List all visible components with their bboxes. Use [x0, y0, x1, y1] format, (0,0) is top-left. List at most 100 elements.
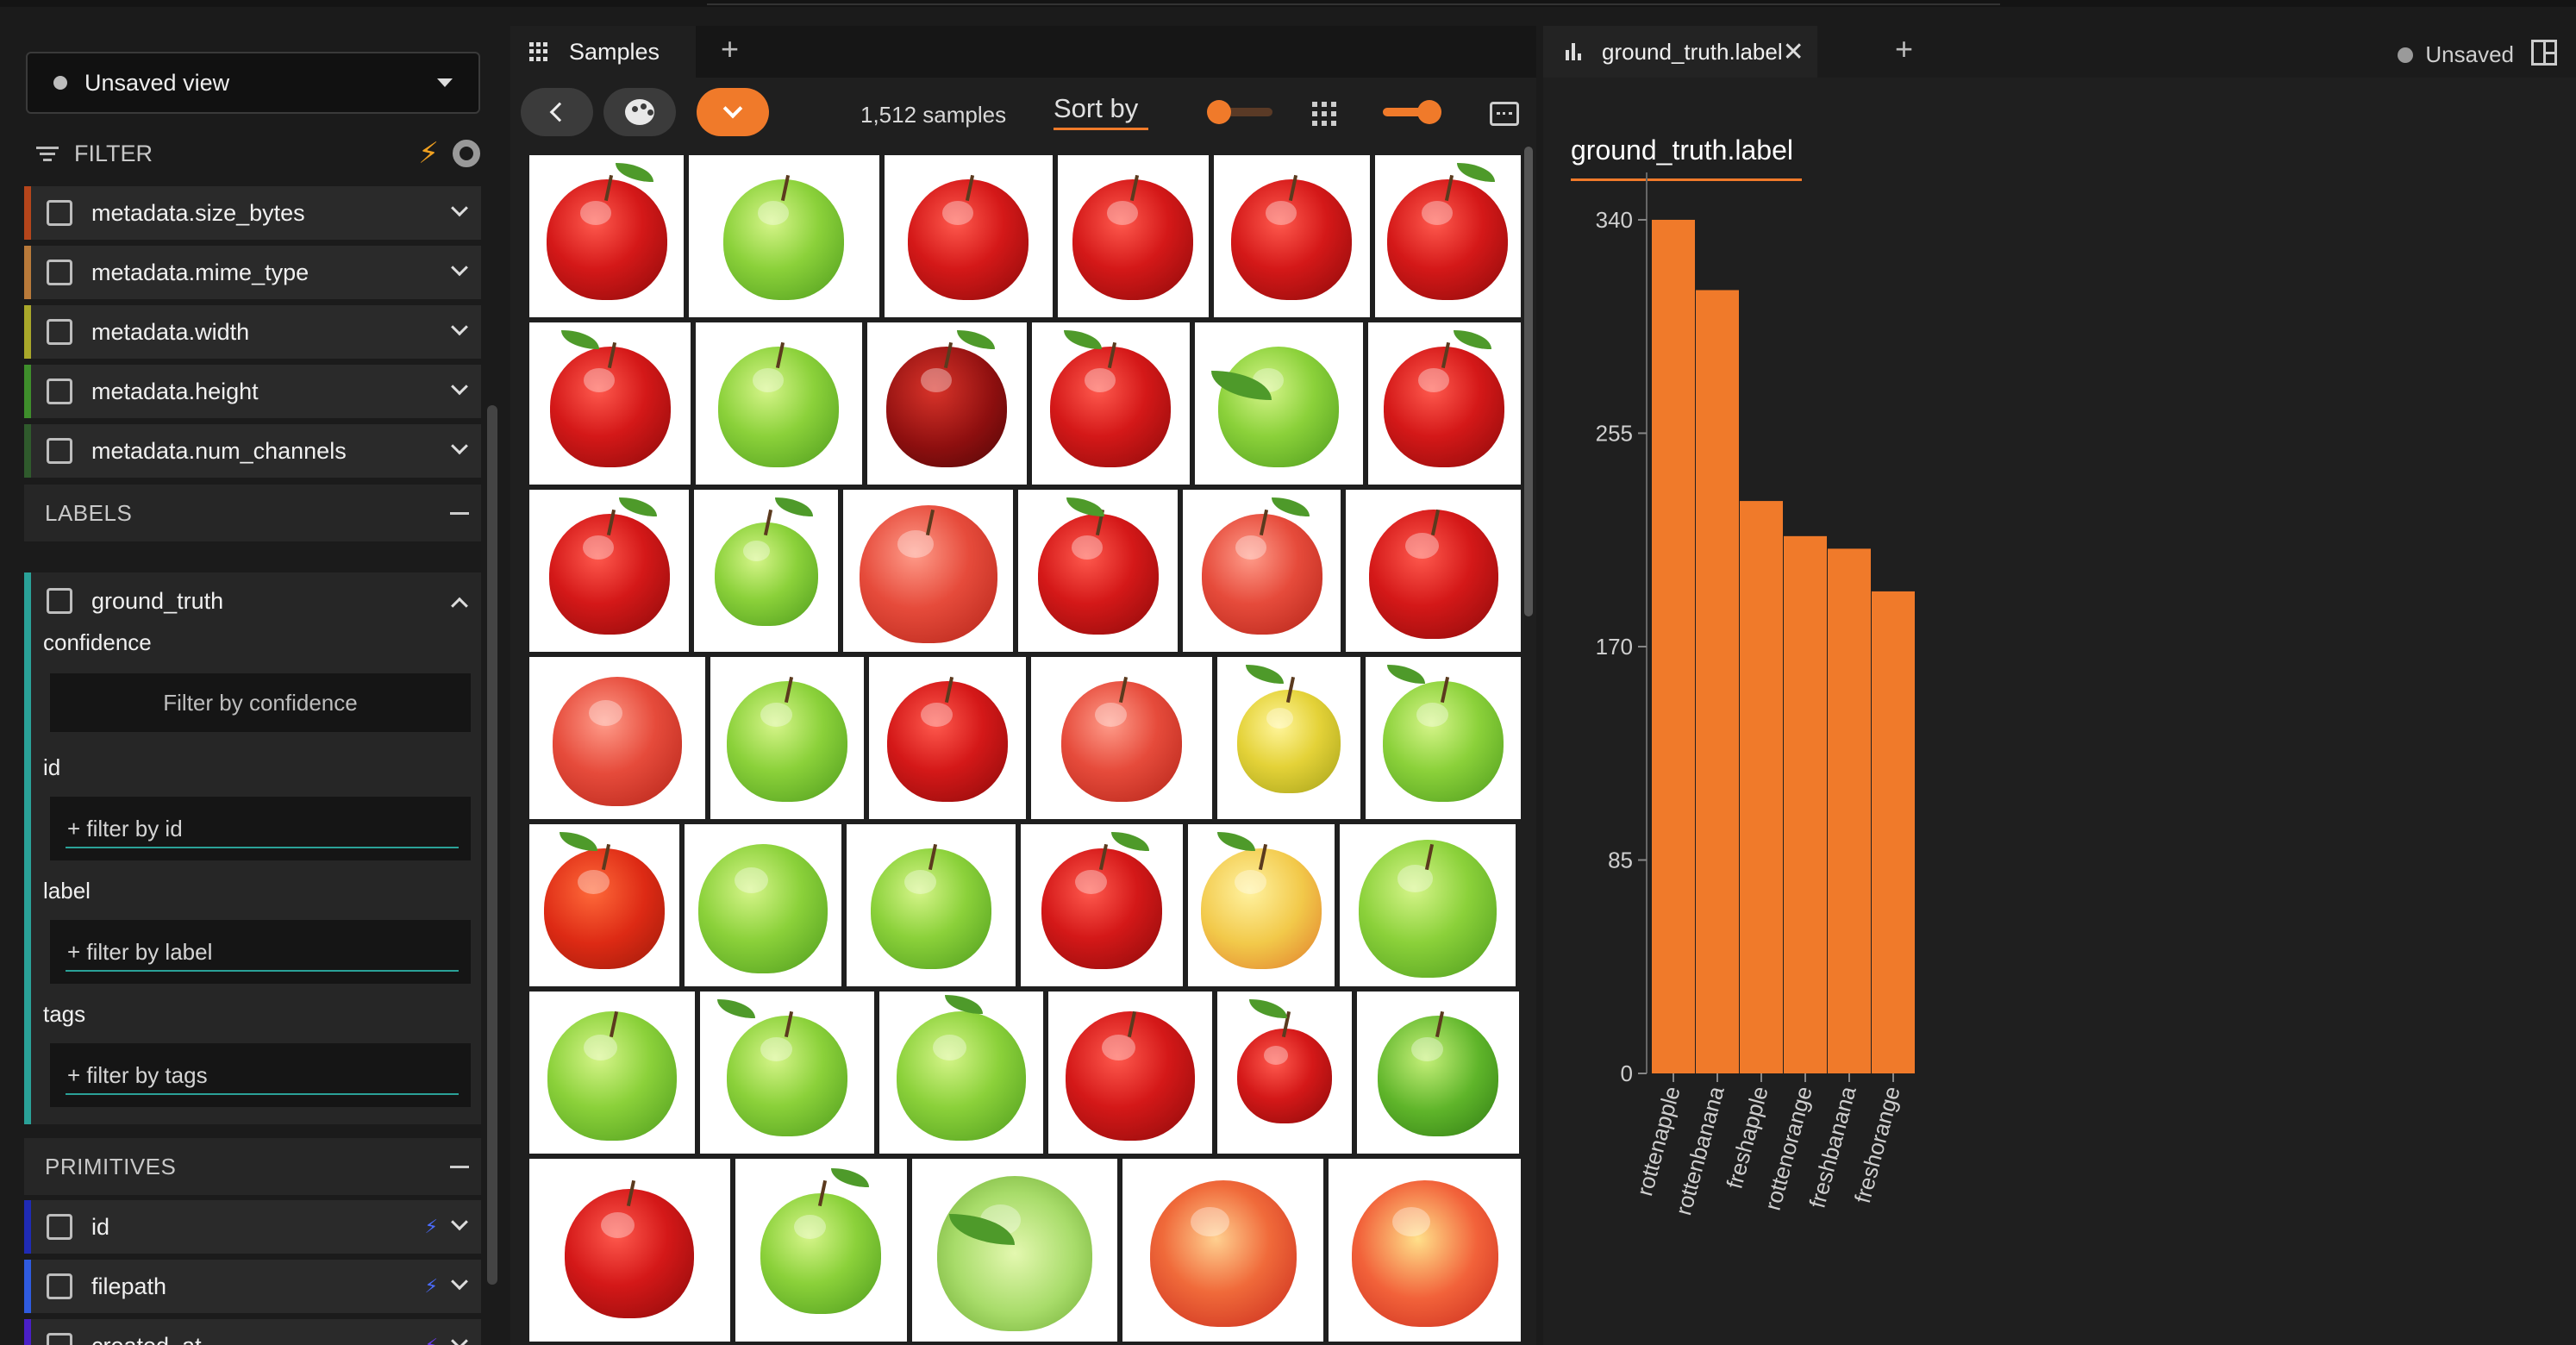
checkbox[interactable] — [47, 438, 72, 464]
add-tab-icon[interactable]: + — [721, 31, 739, 67]
field-row-width[interactable]: metadata.width — [24, 305, 481, 359]
sample-image[interactable] — [529, 824, 679, 986]
sample-image[interactable] — [694, 490, 839, 652]
sidebar-scrollbar[interactable] — [487, 405, 497, 1285]
slider-knob[interactable] — [1207, 100, 1231, 124]
checkbox[interactable] — [47, 1214, 72, 1240]
confidence-filter[interactable]: Filter by confidence — [50, 673, 471, 732]
collapse-icon[interactable] — [450, 1165, 469, 1168]
sample-image[interactable] — [529, 322, 691, 485]
chevron-down-icon[interactable] — [451, 199, 468, 217]
chevron-down-icon[interactable] — [451, 259, 468, 277]
sample-image[interactable] — [696, 322, 862, 485]
sample-image[interactable] — [843, 490, 1014, 652]
toggle-knob[interactable] — [1417, 100, 1441, 124]
lightning-icon[interactable]: ⚡ — [418, 136, 439, 171]
checkbox[interactable] — [47, 378, 72, 404]
checkbox[interactable] — [47, 588, 72, 614]
add-tab-icon[interactable]: + — [1895, 31, 1913, 67]
sample-image[interactable] — [1057, 155, 1209, 317]
field-row-id[interactable]: id ⚡ — [24, 1200, 481, 1254]
sample-image[interactable] — [1195, 322, 1363, 485]
layout-icon[interactable] — [2531, 40, 2557, 66]
checkbox[interactable] — [47, 200, 72, 226]
sample-image[interactable] — [866, 322, 1027, 485]
chevron-down-icon[interactable] — [451, 437, 468, 455]
checkbox[interactable] — [47, 1333, 72, 1345]
chevron-down-icon[interactable] — [451, 378, 468, 396]
sample-image[interactable] — [1048, 992, 1212, 1154]
keyboard-icon[interactable] — [1490, 102, 1519, 126]
sample-image[interactable] — [884, 155, 1053, 317]
sample-image[interactable] — [879, 992, 1043, 1154]
top-strip — [0, 0, 2576, 7]
sample-image[interactable] — [1340, 824, 1516, 986]
sort-by-button[interactable]: Sort by — [1054, 93, 1148, 130]
field-row-size-bytes[interactable]: metadata.size_bytes — [24, 186, 481, 240]
sample-image[interactable] — [689, 155, 879, 317]
zoom-slider[interactable] — [1207, 100, 1272, 124]
checkbox[interactable] — [47, 260, 72, 285]
sample-image[interactable] — [735, 1159, 907, 1342]
x-tick-label: freshapple — [1721, 1084, 1773, 1192]
field-row-mime-type[interactable]: metadata.mime_type — [24, 246, 481, 299]
sample-image[interactable] — [700, 992, 874, 1154]
sample-image[interactable] — [869, 657, 1026, 819]
sample-image[interactable] — [1357, 992, 1519, 1154]
sample-image[interactable] — [847, 824, 1016, 986]
primitives-section-header[interactable]: PRIMITIVES — [24, 1138, 481, 1195]
labels-section-header[interactable]: LABELS — [24, 485, 481, 541]
sample-image[interactable] — [1213, 155, 1370, 317]
sample-image[interactable] — [529, 1159, 730, 1342]
sample-image[interactable] — [1188, 824, 1335, 986]
sample-image[interactable] — [529, 155, 685, 317]
sample-image[interactable] — [1018, 490, 1179, 652]
ground-truth-header[interactable]: ground_truth — [31, 572, 481, 629]
tab-samples[interactable]: Samples — [510, 26, 696, 78]
expand-button[interactable] — [697, 88, 769, 136]
view-selector[interactable]: Unsaved view — [26, 52, 480, 114]
sample-image[interactable] — [1367, 322, 1521, 485]
gear-icon[interactable] — [453, 140, 480, 167]
chevron-down-icon[interactable] — [451, 318, 468, 336]
tags-filter-input[interactable]: + filter by tags — [50, 1043, 471, 1107]
back-button[interactable] — [521, 88, 593, 136]
sample-image[interactable] — [1366, 657, 1521, 819]
sample-image[interactable] — [1122, 1159, 1324, 1342]
toggle-switch[interactable] — [1383, 100, 1441, 124]
label-filter-input[interactable]: + filter by label — [50, 920, 471, 984]
sample-image[interactable] — [529, 490, 690, 652]
sample-image[interactable] — [1031, 322, 1190, 485]
sample-image[interactable] — [529, 992, 695, 1154]
sample-image[interactable] — [1183, 490, 1341, 652]
sample-image[interactable] — [710, 657, 864, 819]
sample-image[interactable] — [1217, 657, 1360, 819]
id-filter-input[interactable]: + filter by id — [50, 797, 471, 860]
sample-image[interactable] — [685, 824, 841, 986]
tags-label: tags — [43, 1001, 86, 1027]
field-row-num-channels[interactable]: metadata.num_channels — [24, 424, 481, 478]
sample-image[interactable] — [1329, 1159, 1522, 1342]
sample-image[interactable] — [911, 1159, 1118, 1342]
color-scheme-button[interactable] — [603, 88, 676, 136]
sample-image[interactable] — [1217, 992, 1352, 1154]
field-row-height[interactable]: metadata.height — [24, 365, 481, 418]
tab-ground-truth-label[interactable]: ground_truth.label ✕ — [1543, 26, 1817, 78]
sample-image[interactable] — [1031, 657, 1212, 819]
close-icon[interactable]: ✕ — [1783, 37, 1804, 67]
field-row-created-at[interactable]: created_at ⚡ — [24, 1319, 481, 1345]
sample-image[interactable] — [1021, 824, 1183, 986]
checkbox[interactable] — [47, 319, 72, 345]
sample-image[interactable] — [1346, 490, 1521, 652]
grid-view-icon[interactable] — [1312, 102, 1336, 126]
chevron-down-icon[interactable] — [451, 1332, 468, 1345]
field-row-filepath[interactable]: filepath ⚡ — [24, 1260, 481, 1313]
chevron-down-icon[interactable] — [451, 1213, 468, 1231]
collapse-icon[interactable] — [450, 511, 469, 515]
chevron-up-icon[interactable] — [451, 597, 468, 615]
checkbox[interactable] — [47, 1273, 72, 1299]
chevron-down-icon[interactable] — [451, 1273, 468, 1291]
sample-image[interactable] — [529, 657, 705, 819]
samples-scrollbar[interactable] — [1524, 147, 1533, 616]
sample-image[interactable] — [1374, 155, 1521, 317]
